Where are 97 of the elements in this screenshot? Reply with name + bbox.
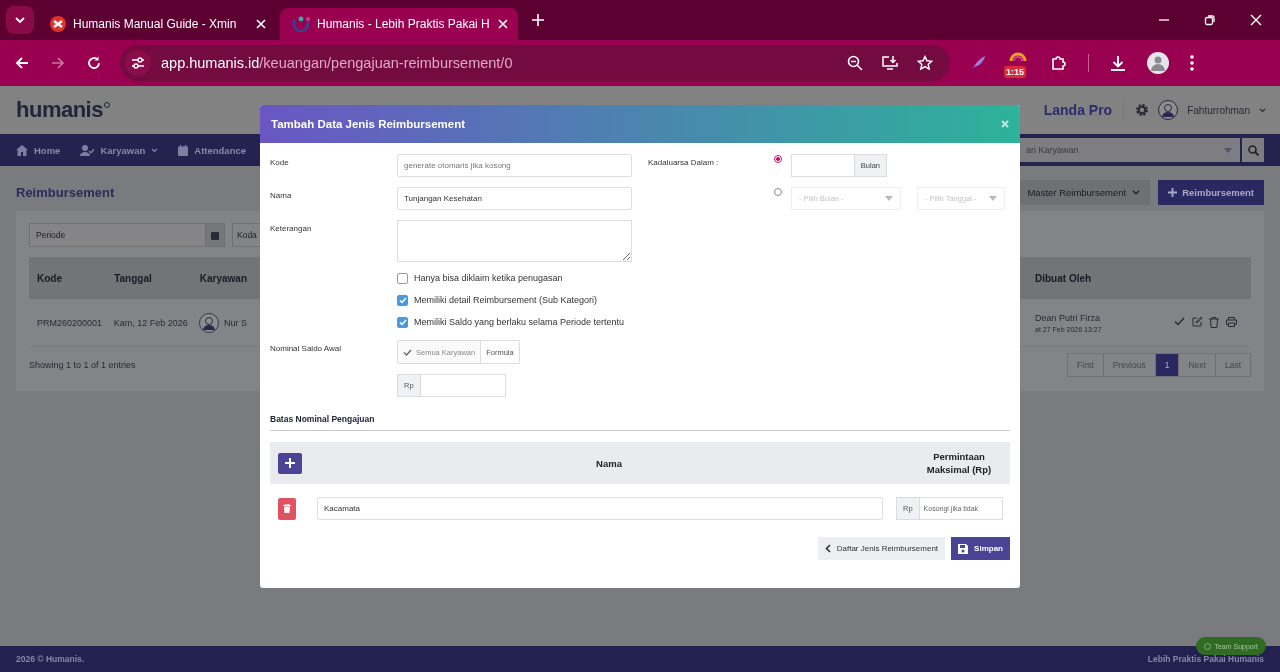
humanis-logo[interactable]: humanis [16,97,103,123]
field-label: Kode [270,157,290,167]
chevron-down-icon [1132,190,1141,195]
dropdown-arrow-icon [885,196,893,201]
delete-icon[interactable] [1209,317,1219,328]
url-text: app.humanis.id/keuangan/pengajuan-reimbursement/0 [161,55,513,71]
calendar-icon[interactable] [178,144,189,156]
name-input[interactable]: Tunjangan Kesehatan [397,187,632,210]
user-menu[interactable]: Fahturrohman [1187,104,1250,116]
pagination-button[interactable]: 1 [1154,354,1179,376]
table-cell: Nur S [224,317,247,328]
add-reimbursement-button[interactable]: Reimbursement [1158,180,1264,205]
install-app-icon[interactable] [881,55,899,71]
company-name: Landa Pro [1043,102,1113,118]
check-icon [403,348,412,356]
registered-mark-icon [103,102,110,108]
column-header: Tanggal [114,272,153,284]
feather-icon[interactable] [970,55,986,71]
settings-icon[interactable] [1135,103,1150,117]
reload-icon[interactable] [86,55,102,71]
tab-title: Humanis - Lebih Praktis Pakai H [317,17,491,31]
zoom-icon[interactable] [847,55,863,71]
browser-tab[interactable]: Humanis Manual Guide - Xmin [38,8,276,40]
checkbox-label: Memiliki detail Reimbursement (Sub Kategori) [414,294,598,307]
chevron-left-icon [824,544,831,553]
site-settings-icon[interactable] [125,50,151,76]
period-field[interactable]: Periode [29,223,205,247]
tab-title: Humanis Manual Guide - Xmin [73,17,238,31]
chevron-down-icon[interactable] [151,147,159,153]
plus-icon [1168,188,1178,197]
dropdown-arrow-icon [1224,147,1232,153]
field-label: Nama [270,190,293,200]
calendar-button[interactable] [205,223,225,247]
xmind-logo-icon [50,16,66,32]
profile-avatar-icon[interactable] [1147,52,1169,74]
employee-avatar-icon [199,312,219,333]
radio-button[interactable] [774,155,782,163]
column-header: Kode [36,272,63,284]
field-label: Kadaluarsa Dalam : [648,158,719,167]
checkbox-label: Hanya bisa diklaim ketika penugasan [414,272,563,285]
download-icon[interactable] [1109,54,1127,72]
calendar-icon [211,230,219,240]
tab-search-button[interactable] [6,6,34,34]
checkbox[interactable] [397,295,408,306]
back-icon[interactable] [14,55,30,71]
field-label: Nominal Saldo Awal [270,343,342,353]
print-icon[interactable] [1226,317,1237,327]
save-button[interactable]: Simpan [951,537,1010,560]
humanis-logo-icon [292,16,310,32]
edit-icon[interactable] [1192,317,1202,327]
forward-icon[interactable] [50,55,66,71]
delete-row-button[interactable] [278,497,296,520]
extension-icon[interactable] [1008,50,1028,62]
code-input[interactable]: generate otomaris jika kosong [397,154,632,177]
user-check-icon[interactable] [80,144,95,156]
dropdown-arrow-icon [989,196,997,201]
new-tab-icon[interactable] [532,14,544,26]
column-header: Karyawan [199,272,247,284]
approve-check-icon[interactable] [1174,317,1185,326]
search-button[interactable] [1242,138,1264,162]
browser-tab[interactable]: Humanis - Lebih Praktis Pakai H [280,8,518,40]
home-icon[interactable] [16,144,28,156]
field-label: Keterangan [270,223,313,233]
chevron-down-icon[interactable] [1259,107,1266,113]
column-header: Permintaan Maksimal (Rp) [925,450,993,476]
puzzle-icon[interactable] [1050,54,1068,72]
column-header: Nama [595,457,623,469]
timer-badge: 1:15 [1004,66,1026,78]
back-button[interactable]: Daftar Jenis Reimbursement [817,537,946,560]
column-header: Dibuat Oleh [1035,272,1092,284]
section-title: Batas Nominal Pengajuan [270,414,376,424]
trash-icon [283,504,291,513]
address-bar[interactable]: app.humanis.id/keuangan/pengajuan-reimbursement/0 [120,45,950,81]
checkbox[interactable] [397,273,408,284]
tagline-text: Lebih Praktis Pakai Humanis [1147,654,1264,664]
entries-info: Showing 1 to 1 of 1 entries [29,360,136,370]
menu-icon[interactable] [1189,54,1195,72]
table-cell-text: Kam, 12 Feb 2026 [113,317,189,328]
modal-title: Tambah Data Jenis Reimbursement [271,118,466,130]
chevron-down-icon [14,14,26,26]
master-reimbursement-dropdown[interactable]: Master Reimbursement [1017,180,1151,205]
search-icon [1247,144,1259,156]
page-title: Reimbursement [16,185,115,200]
nav-item[interactable]: Home [34,144,61,156]
item-name-input[interactable]: Kacamata [317,497,883,520]
star-icon[interactable] [917,55,933,71]
plus-icon [285,458,295,468]
user-avatar-icon [1158,100,1179,120]
copyright-text: 2026 © Humanis. [16,654,85,664]
nav-item[interactable]: Attendance [194,144,247,156]
add-row-button[interactable] [278,452,302,474]
nav-item[interactable]: Karyawan [100,144,146,156]
checkbox-label: Memiliki Saldo yang berlaku selama Periode tertentu [414,316,625,329]
restore-icon[interactable] [1204,14,1216,26]
creator-name: Dean Putri Firza [1035,312,1102,323]
table-cell-text: PRM260200001 [36,317,104,328]
checkbox[interactable] [397,317,408,328]
